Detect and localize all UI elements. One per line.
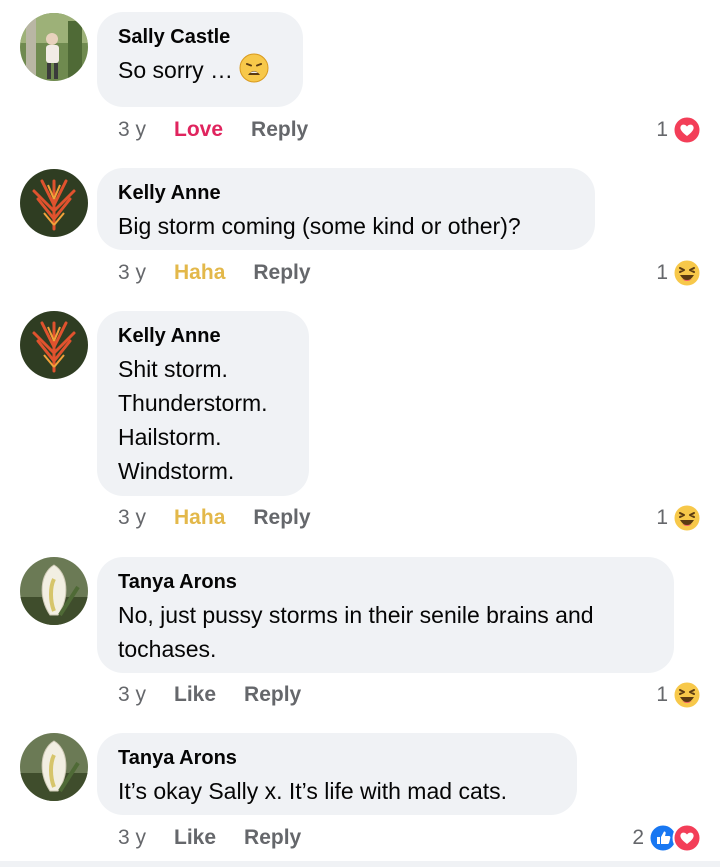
comment-text: Big storm coming (some kind or other)? [118,213,521,239]
person-garden-photo-icon [20,13,88,81]
comment-time[interactable]: 3 y [118,506,146,530]
avatar-tanya-arons[interactable] [20,557,88,625]
divider [0,861,720,867]
reaction-count: 1 [656,506,668,529]
reaction-summary[interactable]: 1 [656,115,702,145]
comment-author[interactable]: Kelly Anne [118,323,289,349]
haha-reaction-button[interactable]: Haha [174,506,225,530]
comment-text: It’s okay Sally x. It’s life with mad ca… [118,778,508,804]
comment-text-content: So sorry … [118,57,234,83]
reaction-summary[interactable]: 1 [656,258,702,288]
comment-time[interactable]: 3 y [118,683,146,707]
comment-author[interactable]: Tanya Arons [118,569,654,595]
avatar-sally-castle[interactable] [20,13,88,81]
like-reaction-button[interactable]: Like [174,826,216,850]
reaction-count: 1 [656,261,668,284]
red-flower-photo-icon [20,169,88,237]
haha-icon [672,258,702,288]
comment-bubble: Tanya Arons It’s okay Sally x. It’s life… [97,733,577,815]
reaction-count: 2 [632,826,644,849]
avatar-kelly-anne[interactable] [20,169,88,237]
comment-actions: 3 y Haha Reply [118,258,339,288]
avatar-tanya-arons[interactable] [20,733,88,801]
comment-time[interactable]: 3 y [118,826,146,850]
avatar-kelly-anne[interactable] [20,311,88,379]
reaction-summary[interactable]: 2 [632,823,702,853]
comment-text: Shit storm. Thunderstorm. Hailstorm. Win… [118,356,268,484]
comment-author[interactable]: Kelly Anne [118,180,575,206]
comment-text: No, just pussy storms in their senile br… [118,602,594,662]
comment-time[interactable]: 3 y [118,261,146,285]
comment-actions: 3 y Haha Reply [118,503,339,533]
comment-bubble: Kelly Anne Big storm coming (some kind o… [97,168,595,250]
haha-icon [672,680,702,710]
reply-button[interactable]: Reply [244,826,301,850]
reply-button[interactable]: Reply [251,118,308,142]
comment-actions: 3 y Love Reply [118,115,336,145]
comment-actions: 3 y Like Reply [118,680,329,710]
reply-button[interactable]: Reply [253,506,310,530]
comment-actions: 3 y Like Reply [118,823,329,853]
like-reaction-button[interactable]: Like [174,683,216,707]
weary-face-emoji-icon [239,53,269,83]
love-reaction-button[interactable]: Love [174,118,223,142]
haha-reaction-button[interactable]: Haha [174,261,225,285]
red-flower-photo-icon [20,311,88,379]
comment-text: So sorry … [118,53,283,87]
comment-time[interactable]: 3 y [118,118,146,142]
calla-lily-photo-icon [20,557,88,625]
reaction-count: 1 [656,118,668,141]
comment-bubble: Sally Castle So sorry … [97,12,303,107]
reaction-summary[interactable]: 1 [656,680,702,710]
love-icon [672,115,702,145]
calla-lily-photo-icon [20,733,88,801]
reaction-count: 1 [656,683,668,706]
comment-author[interactable]: Tanya Arons [118,745,557,771]
love-icon [672,823,702,853]
comment-author[interactable]: Sally Castle [118,24,283,50]
reply-button[interactable]: Reply [244,683,301,707]
reply-button[interactable]: Reply [253,261,310,285]
comment-bubble: Tanya Arons No, just pussy storms in the… [97,557,674,673]
comment-bubble: Kelly Anne Shit storm. Thunderstorm. Hai… [97,311,309,496]
haha-icon [672,503,702,533]
reaction-summary[interactable]: 1 [656,503,702,533]
